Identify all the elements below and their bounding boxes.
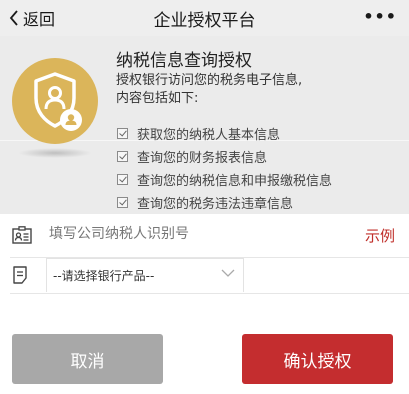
- page-title: 企业授权平台: [153, 11, 256, 31]
- authorization-description: 授权银行访问您的税务电子信息, 内容包括如下:: [116, 72, 396, 108]
- shield-user-icon: [12, 58, 98, 144]
- bank-product-row: --请选择银行产品--: [0, 258, 409, 294]
- confirm-authorization-button[interactable]: 确认授权: [242, 334, 393, 384]
- authorization-info-panel: 纳税信息查询授权 授权银行访问您的税务电子信息, 内容包括如下: 获取您的纳税人…: [0, 36, 409, 214]
- checkbox-checked-icon[interactable]: [117, 128, 128, 139]
- nav-bar: 返回 企业授权平台 •••: [0, 0, 409, 36]
- permission-item[interactable]: 查询您的财务报表信息: [117, 145, 332, 168]
- cancel-button[interactable]: 取消: [12, 334, 163, 384]
- example-link[interactable]: 示例: [365, 225, 395, 246]
- back-button[interactable]: 返回: [9, 7, 55, 29]
- description-line: 授权银行访问您的税务电子信息,: [116, 73, 303, 88]
- permission-label: 获取您的纳税人基本信息: [137, 128, 281, 143]
- permission-list: 获取您的纳税人基本信息 查询您的财务报表信息 查询您的纳税信息和申报缴税信息 查…: [117, 122, 332, 214]
- document-icon: [13, 266, 27, 284]
- permission-item[interactable]: 获取您的纳税人基本信息: [117, 122, 332, 145]
- permission-label: 查询您的税务违法违章信息: [137, 197, 294, 212]
- taxpayer-id-row: 示例: [0, 214, 409, 258]
- more-menu-button[interactable]: •••: [363, 7, 397, 26]
- checkbox-checked-icon[interactable]: [117, 174, 128, 185]
- permission-item[interactable]: 查询您的税务违法违章信息: [117, 191, 332, 214]
- row-divider: [10, 293, 409, 294]
- back-label: 返回: [23, 10, 56, 29]
- taxpayer-id-input[interactable]: [49, 223, 339, 245]
- authorization-heading: 纳税信息查询授权: [116, 51, 252, 71]
- permission-label: 查询您的纳税信息和申报缴税信息: [137, 174, 333, 189]
- checkbox-checked-icon[interactable]: [117, 151, 128, 162]
- permission-item[interactable]: 查询您的纳税信息和申报缴税信息: [117, 168, 332, 191]
- permission-label: 查询您的财务报表信息: [137, 151, 268, 166]
- bank-product-select[interactable]: --请选择银行产品--: [46, 258, 244, 292]
- checkbox-checked-icon[interactable]: [117, 197, 128, 208]
- description-line: 内容包括如下:: [116, 91, 199, 106]
- badge-shadow: [18, 148, 92, 158]
- chevron-down-icon: [221, 269, 235, 277]
- bank-product-selected: --请选择银行产品--: [53, 269, 155, 283]
- id-card-icon: [12, 226, 32, 244]
- chevron-left-icon: [9, 10, 18, 26]
